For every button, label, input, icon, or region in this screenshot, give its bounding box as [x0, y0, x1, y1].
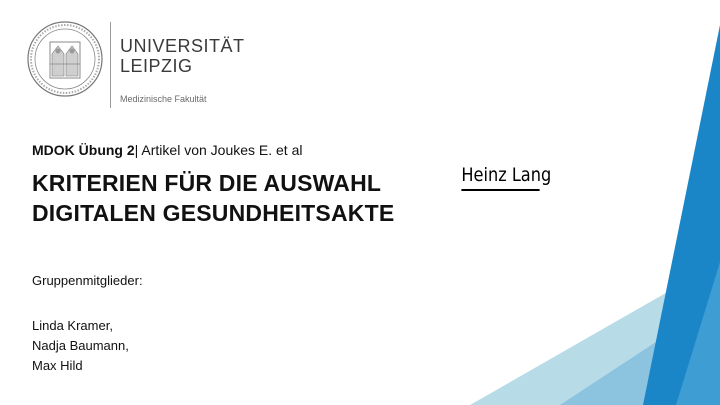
- subtitle-article: | Artikel von Joukes E. et al: [134, 142, 303, 158]
- title-slide: UNIVERSITÄT LEIPZIG Medizinische Fakultä…: [0, 0, 720, 405]
- member-name: Max Hild: [32, 358, 83, 373]
- university-name: UNIVERSITÄT LEIPZIG: [120, 36, 245, 76]
- logo-divider: [110, 22, 111, 108]
- member-list: Linda Kramer, Nadja Baumann, Max Hild: [32, 316, 129, 376]
- handwritten-signature: Heinz Lang: [458, 163, 555, 199]
- subtitle-course: MDOK Übung 2: [32, 142, 135, 158]
- group-members-label: Gruppenmitglieder:: [32, 273, 143, 288]
- light-blue-triangle: [470, 262, 720, 405]
- signature-underline: [461, 189, 540, 191]
- slide-subtitle: MDOK Übung 2| Artikel von Joukes E. et a…: [32, 142, 303, 158]
- university-seal-icon: [27, 21, 103, 97]
- dark-blue-triangle: [643, 25, 720, 405]
- university-name-line1: UNIVERSITÄT: [120, 36, 245, 56]
- faculty-name: Medizinische Fakultät: [120, 94, 207, 104]
- title-line-1: KRITERIEN FÜR DIE AUSWAHL: [32, 170, 382, 196]
- mid-blue-triangle: [560, 300, 720, 405]
- slide-title: KRITERIEN FÜR DIE AUSWAHL DIGITALEN GESU…: [32, 168, 394, 228]
- medium-blue-triangle: [676, 262, 720, 405]
- title-line-2: DIGITALEN GESUNDHEITSAKTE: [32, 200, 395, 226]
- signature-text: Heinz Lang: [461, 164, 552, 186]
- member-name: Nadja Baumann,: [32, 338, 129, 353]
- university-name-line2: LEIPZIG: [120, 56, 193, 76]
- member-name: Linda Kramer,: [32, 318, 113, 333]
